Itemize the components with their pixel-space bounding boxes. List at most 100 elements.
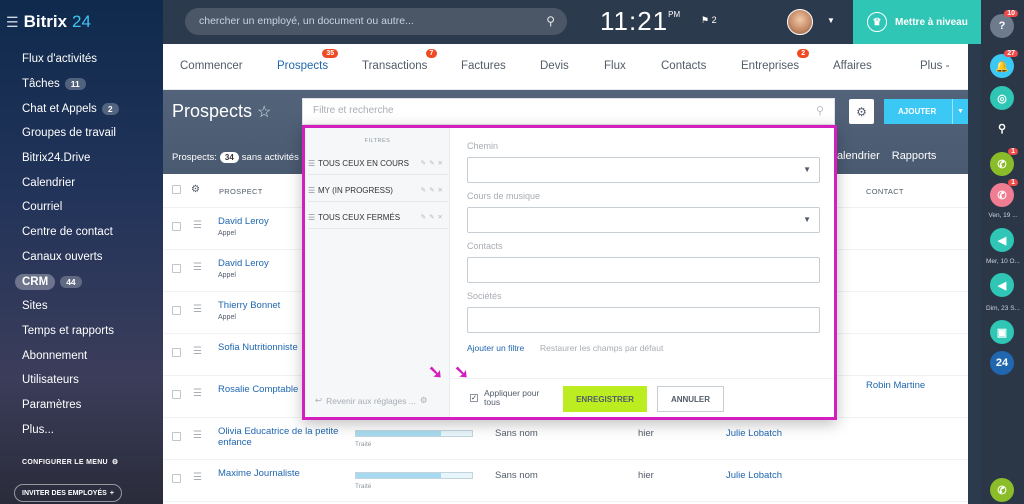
filter-preset[interactable]: ☰ TOUS CEUX EN COURS ✎✎✕ — [308, 153, 448, 175]
status-progress[interactable] — [355, 472, 473, 479]
sidebar-item[interactable]: Chat et Appels 2 — [22, 96, 162, 121]
phone-icon[interactable]: ✆ 1 — [990, 179, 1018, 207]
b24-icon[interactable]: 24 — [990, 351, 1014, 375]
gear-icon[interactable]: ⚙ — [191, 184, 200, 195]
filter-search-input[interactable]: Filtre et recherche ⚲ — [302, 98, 835, 125]
sidebar-item[interactable]: CRM 44 — [15, 269, 162, 294]
clock[interactable]: 11:21PM — [600, 6, 680, 37]
row-menu-icon[interactable]: ☰ — [193, 346, 202, 357]
help-icon[interactable]: ? 10 — [990, 10, 1018, 38]
responsible-link[interactable]: Julie Lobatch — [726, 470, 782, 481]
tab[interactable]: Factures — [461, 60, 506, 72]
app-logo[interactable]: ☰ Bitrix 24 — [6, 12, 91, 32]
chat-icon[interactable]: ◎ — [990, 86, 1014, 110]
filter-preset[interactable]: ☰ MY (IN PROGRESS) ✎✎✕ — [308, 180, 448, 202]
preset-actions-icon[interactable]: ✎✎✕ — [421, 213, 446, 221]
add-button[interactable]: AJOUTER ▼ — [884, 99, 968, 124]
select-all-checkbox[interactable] — [172, 185, 181, 194]
phone-icon[interactable]: ✆ — [990, 478, 1014, 502]
tab[interactable]: Flux — [604, 60, 626, 72]
row-checkbox[interactable] — [172, 222, 181, 231]
preset-actions-icon[interactable]: ✎✎✕ — [421, 186, 446, 194]
filter-input[interactable] — [467, 257, 820, 283]
search-icon[interactable]: ⚲ — [546, 14, 555, 28]
sidebar-item[interactable]: Groupes de travail — [22, 121, 162, 146]
sidebar-item[interactable]: Abonnement — [22, 343, 162, 368]
prospect-name-link[interactable]: Olivia Educatrice de la petite enfance — [218, 426, 343, 448]
settings-gear-button[interactable]: ⚙ — [849, 99, 874, 124]
row-checkbox[interactable] — [172, 432, 181, 441]
tab[interactable]: Transactions 7 — [362, 49, 438, 72]
row-menu-icon[interactable]: ☰ — [193, 220, 202, 231]
reports-link[interactable]: Rapports — [892, 150, 937, 162]
restore-default-fields-link[interactable]: Restaurer les champs par défaut — [540, 343, 663, 353]
sidebar-item[interactable]: Sites — [22, 294, 162, 319]
sidebar-item[interactable]: Bitrix24.Drive — [22, 146, 162, 171]
row-checkbox[interactable] — [172, 348, 181, 357]
row-menu-icon[interactable]: ☰ — [193, 262, 202, 273]
contact-link[interactable]: Robin Martine — [866, 380, 925, 391]
drag-handle-icon[interactable]: ☰ — [308, 213, 318, 222]
save-button[interactable]: ENREGISTRER — [563, 386, 647, 412]
reset-settings-link[interactable]: ↩ Revenir aux réglages ... ⚙ — [315, 395, 428, 406]
column-header-contact[interactable]: CONTACT — [866, 187, 904, 196]
sidebar-item[interactable]: Flux d'activités — [22, 47, 162, 72]
filter-select[interactable]: ▼ — [467, 207, 820, 233]
upgrade-button[interactable]: ♛ Mettre à niveau — [853, 0, 981, 44]
row-menu-icon[interactable]: ☰ — [193, 472, 202, 483]
row-checkbox[interactable] — [172, 390, 181, 399]
tab[interactable]: Devis — [540, 60, 569, 72]
user-avatar[interactable] — [787, 9, 813, 35]
column-header-prospect[interactable]: PROSPECT — [219, 187, 263, 196]
drag-handle-icon[interactable]: ☰ — [308, 159, 318, 168]
tab[interactable]: Plus - — [920, 60, 949, 72]
sidebar-item[interactable]: Utilisateurs — [22, 368, 162, 393]
megaphone-icon[interactable]: ◀ — [990, 273, 1014, 297]
filter-input[interactable] — [467, 307, 820, 333]
add-filter-link[interactable]: Ajouter un filtre — [467, 343, 524, 353]
tab[interactable]: Commencer — [180, 60, 243, 72]
row-menu-icon[interactable]: ☰ — [193, 304, 202, 315]
sidebar-item[interactable]: Temps et rapports — [22, 319, 162, 344]
tab[interactable]: Contacts — [661, 60, 706, 72]
drag-handle-icon[interactable]: ☰ — [308, 186, 318, 195]
row-menu-icon[interactable]: ☰ — [193, 388, 202, 399]
sidebar-item[interactable]: Canaux ouverts — [22, 245, 162, 270]
crm-form-icon[interactable]: ▣ — [990, 320, 1014, 344]
search-icon[interactable]: ⚲ — [816, 104, 824, 117]
bell-icon[interactable]: 🔔 27 — [990, 50, 1018, 78]
sidebar-item[interactable]: Paramètres — [22, 393, 162, 418]
responsible-link[interactable]: Julie Lobatch — [726, 428, 782, 439]
megaphone-icon[interactable]: ◀ — [990, 228, 1014, 252]
search-icon[interactable]: ⚲ — [990, 116, 1014, 140]
prospect-name-link[interactable]: Maxime Journaliste — [218, 468, 343, 479]
cancel-button[interactable]: ANNULER — [657, 386, 724, 412]
table-row[interactable]: ☰ Maxime Journaliste Traité Sans nom hier Jul… — [163, 460, 968, 502]
sidebar-item[interactable]: Tâches 11 — [22, 72, 162, 97]
filter-preset[interactable]: ☰ TOUS CEUX FERMÉS ✎✎✕ — [308, 207, 448, 229]
row-checkbox[interactable] — [172, 474, 181, 483]
star-icon[interactable]: ☆ — [257, 102, 271, 122]
status-progress[interactable] — [355, 430, 473, 437]
filter-select[interactable]: ▼ — [467, 157, 820, 183]
phone-icon[interactable]: ✆ 1 — [990, 148, 1018, 176]
flag-counter[interactable]: ⚑ 2 — [701, 15, 717, 26]
invite-employees-button[interactable]: INVITER DES EMPLOYÉS + — [14, 484, 122, 502]
sidebar-item[interactable]: Plus... — [22, 417, 162, 442]
table-row[interactable]: ☰ Olivia Educatrice de la petite enfance T… — [163, 418, 968, 460]
sidebar-item[interactable]: Calendrier — [22, 170, 162, 195]
tab[interactable]: Affaires — [833, 60, 872, 72]
chevron-down-icon[interactable]: ▼ — [952, 99, 968, 124]
row-checkbox[interactable] — [172, 264, 181, 273]
apply-for-all-checkbox[interactable]: ✓ — [470, 394, 478, 402]
global-search-input[interactable]: chercher un employé, un document ou autr… — [185, 8, 567, 35]
tab[interactable]: Entreprises 2 — [741, 49, 810, 72]
row-checkbox[interactable] — [172, 306, 181, 315]
gear-icon[interactable]: ⚙ — [420, 395, 428, 406]
hamburger-icon[interactable]: ☰ — [6, 14, 19, 31]
configure-menu-link[interactable]: CONFIGURER LE MENU ⚙ — [22, 458, 118, 467]
preset-actions-icon[interactable]: ✎✎✕ — [421, 159, 446, 167]
sidebar-item[interactable]: Centre de contact — [22, 220, 162, 245]
tab[interactable]: Prospects 35 — [277, 49, 339, 72]
sidebar-item[interactable]: Courriel — [22, 195, 162, 220]
